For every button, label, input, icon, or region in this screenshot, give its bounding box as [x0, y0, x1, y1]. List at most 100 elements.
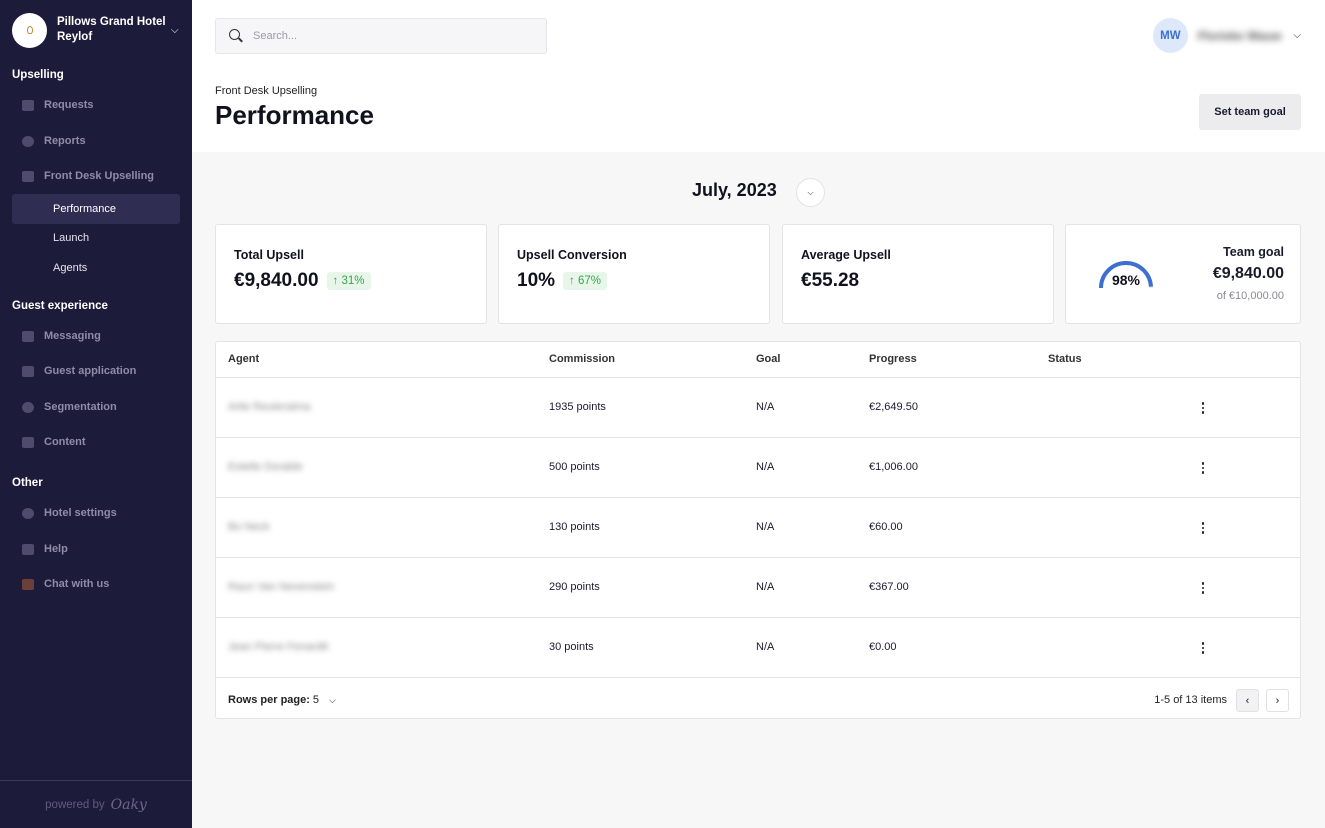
hotel-name: Pillows Grand Hotel Reylof — [57, 16, 166, 43]
conversion-value: 10% — [517, 270, 556, 291]
page-title: Performance — [215, 100, 374, 130]
delta-badge: ↑ 31% — [326, 272, 371, 290]
total-upsell-card: Total Upsell €9,840.00 ↑ 31% — [215, 224, 487, 324]
hotel-logo — [12, 12, 47, 48]
more-options-icon[interactable] — [1196, 456, 1210, 480]
goal-percent: 98% — [1111, 272, 1141, 288]
chat-icon — [22, 578, 34, 590]
section-other: Other — [12, 477, 43, 489]
breadcrumb: Front Desk Upselling — [215, 85, 318, 97]
pagination-info: 1-5 of 13 items — [1154, 694, 1227, 706]
search-input[interactable] — [253, 30, 523, 42]
team-goal-value: €9,840.00 — [1212, 265, 1284, 282]
average-upsell-value: €55.28 — [801, 270, 860, 291]
sidebar-item-label: Help — [44, 543, 68, 555]
column-commission: Commission — [549, 353, 616, 365]
sidebar-item-reports[interactable]: Reports — [12, 126, 180, 156]
total-upsell-value: €9,840.00 — [234, 270, 319, 291]
sidebar-item-label: Reports — [44, 135, 86, 147]
column-agent: Agent — [228, 353, 260, 365]
table-row[interactable]: Jean Pierre Fenardtt 30 points N/A €0.00 — [216, 618, 1300, 678]
oaky-logo: Oaky — [110, 796, 147, 813]
progress-cell: €60.00 — [869, 521, 903, 533]
section-upselling: Upselling — [12, 69, 64, 81]
avatar: MW — [1152, 18, 1188, 53]
sidebar-item-chat[interactable]: Chat with us — [12, 569, 180, 599]
sidebar-item-messaging[interactable]: Messaging — [12, 321, 180, 351]
sidebar-item-segmentation[interactable]: Segmentation — [12, 392, 180, 422]
table-row[interactable]: Bo Neck 130 points N/A €60.00 — [216, 498, 1300, 558]
more-options-icon[interactable] — [1196, 636, 1210, 660]
rows-per-page-select[interactable]: Rows per page: 5 ⌵ — [228, 694, 336, 706]
table-row[interactable]: Arlie Reuteratma 1935 points N/A €2,649.… — [216, 378, 1300, 438]
chevron-right-icon: › — [1275, 694, 1280, 707]
sidebar-item-label: Segmentation — [44, 401, 117, 413]
hotel-switcher[interactable]: Pillows Grand Hotel Reylof ⌵ — [12, 12, 184, 48]
table-row[interactable]: Estelle Dorable 500 points N/A €1,006.00 — [216, 438, 1300, 498]
column-progress: Progress — [869, 353, 917, 365]
help-icon — [22, 543, 34, 555]
delta-value: 67% — [577, 275, 602, 287]
sidebar-item-guest-application[interactable]: Guest application — [12, 356, 180, 386]
more-options-icon[interactable] — [1196, 396, 1210, 420]
sidebar-item-launch[interactable]: Launch — [12, 223, 180, 253]
column-goal: Goal — [756, 353, 781, 365]
sidebar: Pillows Grand Hotel Reylof ⌵ Upselling R… — [0, 0, 192, 828]
sidebar-item-label: Guest application — [44, 365, 137, 377]
messaging-icon — [22, 330, 34, 342]
chevron-left-icon: ‹ — [1245, 694, 1250, 707]
more-options-icon[interactable] — [1196, 576, 1210, 600]
user-menu[interactable]: MW Florieke Wauw ⌵ — [1152, 18, 1301, 53]
pie-chart-icon — [22, 135, 34, 147]
sidebar-item-label: Performance — [53, 203, 116, 215]
sidebar-item-label: Front Desk Upselling — [44, 170, 155, 182]
sidebar-item-performance[interactable]: Performance — [12, 194, 180, 224]
delta-value: 31% — [341, 275, 365, 287]
content-icon — [22, 436, 34, 448]
period-dropdown-button[interactable]: ⌵ — [796, 178, 825, 207]
sidebar-item-help[interactable]: Help — [12, 534, 180, 564]
commission-cell: 500 points — [549, 461, 600, 473]
card-value: €9,840.00 ↑ 31% — [234, 270, 371, 292]
goal-cell: N/A — [756, 521, 775, 533]
table-row[interactable]: Raun Van Nevenstein 290 points N/A €367.… — [216, 558, 1300, 618]
chevron-down-icon: ⌵ — [807, 187, 814, 197]
sidebar-item-requests[interactable]: Requests — [12, 90, 180, 120]
agent-name: Bo Neck — [228, 521, 270, 533]
sidebar-item-agents[interactable]: Agents — [12, 253, 180, 283]
agent-name: Raun Van Nevenstein — [228, 581, 335, 593]
delta-badge: ↑ 67% — [563, 272, 608, 290]
section-guest-experience: Guest experience — [12, 300, 108, 312]
arrow-up-icon: ↑ — [332, 275, 339, 287]
commission-cell: 30 points — [549, 641, 594, 653]
progress-cell: €2,649.50 — [869, 401, 918, 413]
sidebar-item-hotel-settings[interactable]: Hotel settings — [12, 498, 180, 528]
sidebar-item-label: Messaging — [44, 330, 101, 342]
card-label: Upsell Conversion — [517, 248, 627, 262]
set-team-goal-button[interactable]: Set team goal — [1199, 94, 1301, 130]
sidebar-item-label: Content — [44, 436, 86, 448]
average-upsell-card: Average Upsell €55.28 — [782, 224, 1054, 324]
sidebar-item-label: Requests — [44, 99, 94, 111]
sidebar-item-content[interactable]: Content — [12, 427, 180, 457]
more-options-icon[interactable] — [1196, 516, 1210, 540]
upsell-conversion-card: Upsell Conversion 10% ↑ 67% — [498, 224, 770, 324]
commission-cell: 290 points — [549, 581, 600, 593]
commission-cell: 130 points — [549, 521, 600, 533]
gear-icon — [22, 507, 34, 519]
progress-cell: €1,006.00 — [869, 461, 918, 473]
agent-name: Arlie Reuteratma — [228, 401, 311, 413]
powered-by-label: powered by — [45, 798, 105, 811]
commission-cell: 1935 points — [549, 401, 606, 413]
user-name: Florieke Wauw — [1197, 28, 1282, 43]
table-header: Agent Commission Goal Progress Status — [216, 342, 1300, 378]
agents-table: Agent Commission Goal Progress Status Ar… — [215, 341, 1301, 719]
sidebar-item-front-desk-upselling[interactable]: Front Desk Upselling — [12, 161, 180, 191]
next-page-button[interactable]: › — [1266, 689, 1289, 712]
previous-page-button[interactable]: ‹ — [1236, 689, 1259, 712]
goal-cell: N/A — [756, 581, 775, 593]
progress-cell: €367.00 — [869, 581, 909, 593]
search-icon — [229, 29, 243, 43]
main-content: July, 2023 ⌵ Total Upsell €9,840.00 ↑ 31… — [192, 152, 1325, 828]
rows-per-page-value: 5 — [312, 694, 320, 706]
